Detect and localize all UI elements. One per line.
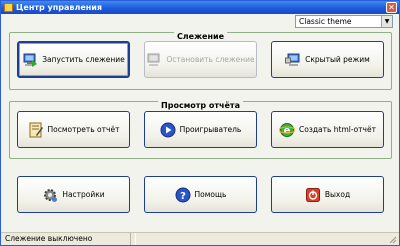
computer-start-icon [23, 53, 38, 67]
status-text: Слежение выключено [3, 233, 131, 245]
control-center-window: Центр управления ✕ Classic theme ▼ Слеже… [0, 0, 400, 246]
exit-icon [305, 187, 320, 202]
player-icon [160, 122, 176, 137]
view-report-label: Посмотреть отчёт [47, 125, 120, 134]
title-bar[interactable]: Центр управления ✕ [1, 1, 399, 14]
report-icon [29, 122, 43, 137]
stop-monitoring-button[interactable]: Остановить слежение [144, 41, 257, 78]
hidden-mode-icon [285, 53, 300, 66]
chevron-down-icon[interactable]: ▼ [381, 16, 392, 27]
help-label: Помощь [194, 190, 227, 199]
settings-label: Настройки [62, 190, 105, 199]
exit-label: Выход [324, 190, 351, 199]
computer-stop-icon [147, 53, 160, 66]
report-group-title: Просмотр отчёта [10, 101, 391, 110]
theme-select-value: Classic theme [299, 17, 352, 26]
status-bar: Слежение выключено [1, 232, 399, 245]
start-monitoring-label: Запустить слежение [42, 55, 125, 64]
exit-button[interactable]: Выход [271, 176, 384, 213]
close-button[interactable]: ✕ [386, 2, 397, 13]
svg-text:?: ? [180, 191, 186, 202]
status-cell-secondary [135, 233, 387, 245]
html-report-icon: e [279, 122, 296, 137]
settings-button[interactable]: Настройки [17, 176, 130, 213]
player-button[interactable]: Проигрыватель [144, 111, 257, 148]
theme-select[interactable]: Classic theme ▼ [295, 15, 393, 28]
settings-gear-icon [44, 188, 58, 202]
help-icon: ? [175, 187, 191, 202]
create-html-report-label: Создать html-отчёт [299, 125, 376, 134]
app-icon [4, 3, 13, 12]
player-label: Проигрыватель [179, 125, 242, 134]
view-report-button[interactable]: Посмотреть отчёт [17, 111, 130, 148]
start-monitoring-button[interactable]: Запустить слежение [17, 41, 130, 78]
window-title: Центр управления [16, 3, 103, 12]
stop-monitoring-label: Остановить слежение [166, 55, 255, 64]
monitoring-group-title: Слежение [10, 32, 391, 41]
resize-grip-icon[interactable] [388, 235, 397, 244]
help-button[interactable]: ? Помощь [144, 176, 257, 213]
create-html-report-button[interactable]: e Создать html-отчёт [271, 111, 384, 148]
hidden-mode-label: Скрытый режим [305, 55, 370, 64]
hidden-mode-button[interactable]: Скрытый режим [271, 41, 384, 78]
